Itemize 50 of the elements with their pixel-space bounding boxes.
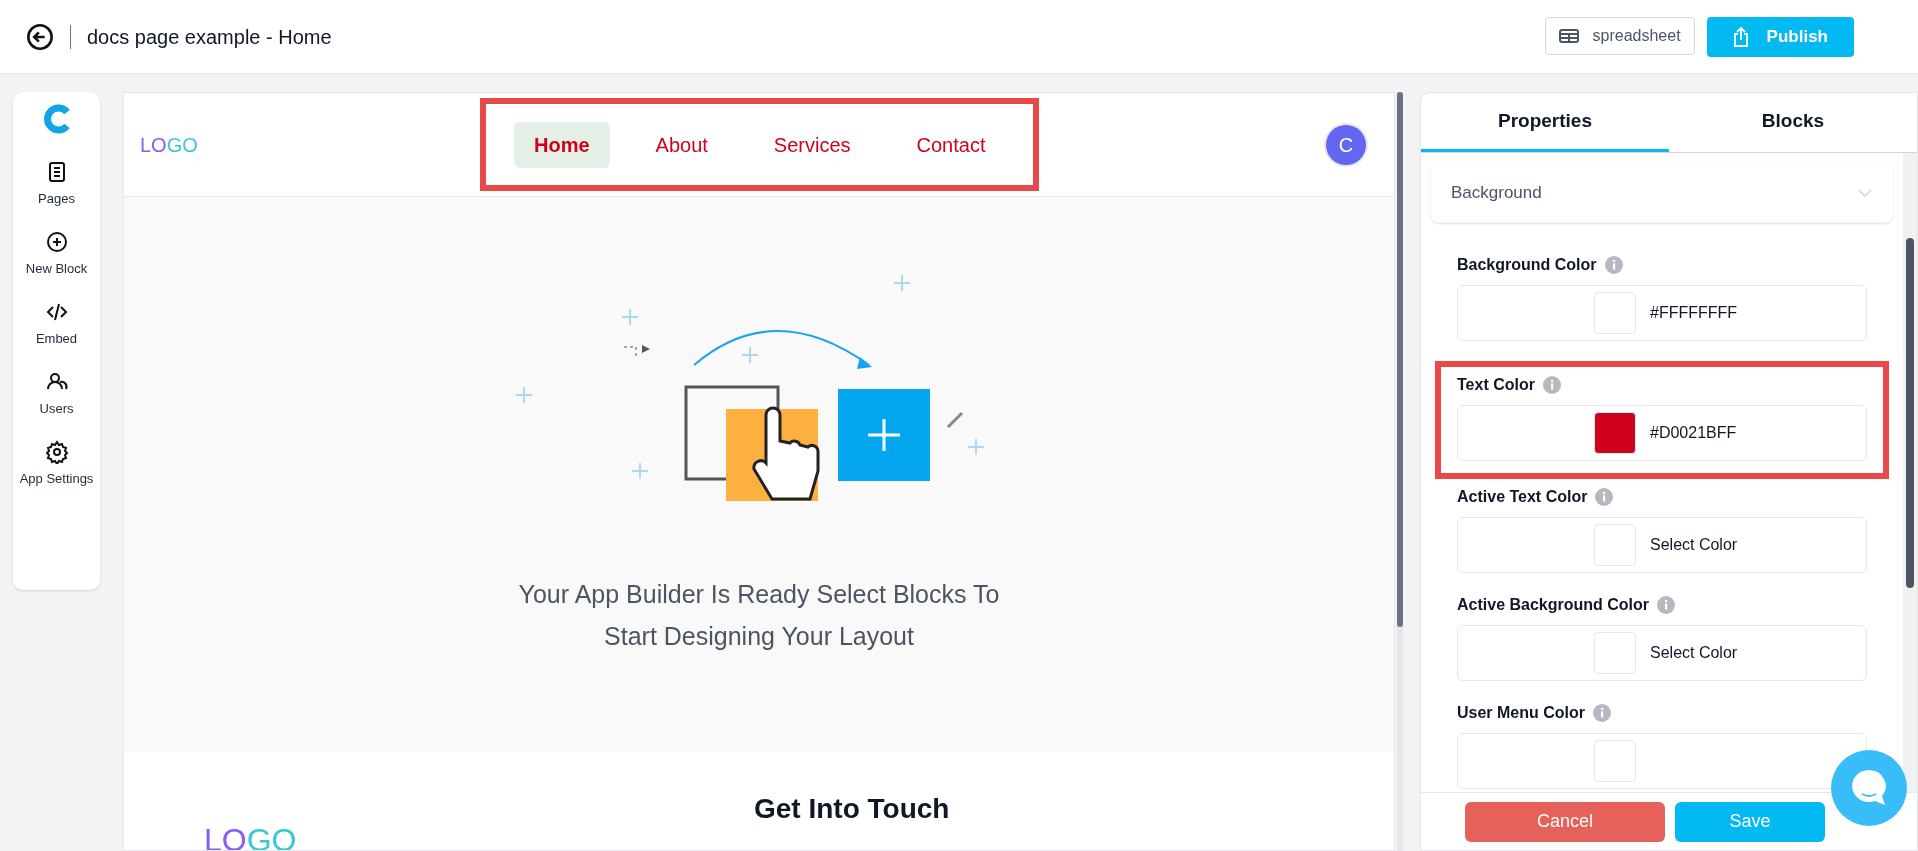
settings-icon	[44, 440, 69, 464]
field-label: Background Color	[1457, 255, 1597, 275]
logo: LOGO	[140, 132, 198, 158]
info-icon[interactable]	[1595, 488, 1614, 506]
sidebar-item[interactable]: New Block	[16, 230, 97, 278]
color-swatch[interactable]	[1594, 292, 1636, 334]
info-icon[interactable]	[1593, 704, 1611, 722]
table-icon	[1558, 28, 1579, 43]
color-swatch[interactable]	[1594, 524, 1636, 566]
field-label: Text Color	[1457, 375, 1535, 395]
back-icon[interactable]	[26, 22, 54, 51]
page-title: docs page example - Home	[87, 24, 332, 50]
info-icon[interactable]	[1542, 376, 1561, 394]
sidebar-item[interactable]: Users	[16, 370, 97, 418]
placeholder-text: Select Color	[1650, 535, 1738, 555]
color-field[interactable]: Select Color	[1457, 625, 1867, 681]
share-icon	[1732, 26, 1749, 47]
color-swatch[interactable]	[1594, 740, 1636, 782]
chevron-down-icon[interactable]	[1857, 187, 1873, 198]
color-swatch[interactable]	[1594, 632, 1636, 674]
sidebar-item[interactable]: Pages	[16, 160, 97, 208]
placeholder-text: Select Color	[1650, 643, 1738, 663]
field-label: User Menu Color	[1457, 703, 1585, 723]
color-value: #FFFFFFFF	[1650, 303, 1738, 323]
panel-tab[interactable]: Blocks	[1669, 93, 1917, 152]
color-value: #D0021BFF	[1650, 423, 1737, 443]
info-icon[interactable]	[1657, 596, 1676, 614]
user-avatar[interactable]: C	[1326, 124, 1366, 165]
section-title: Background	[1451, 181, 1542, 204]
footer-heading: Get Into Touch	[754, 792, 950, 826]
sidebar-item[interactable]: App Settings	[16, 440, 97, 488]
plus-icon	[44, 230, 69, 254]
color-field[interactable]: Select Color	[1457, 517, 1867, 573]
info-icon[interactable]	[1604, 256, 1623, 274]
section-header[interactable]: Background	[1431, 163, 1893, 223]
chat-icon[interactable]	[1831, 750, 1907, 826]
nav-link[interactable]: About	[635, 121, 728, 168]
nav-link[interactable]: Contact	[896, 121, 1006, 168]
sidebar-item[interactable]: Embed	[16, 300, 97, 348]
nav-link[interactable]: Home	[514, 121, 610, 168]
nav-link[interactable]: Services	[753, 121, 871, 168]
field-label: Active Background Color	[1457, 595, 1650, 615]
color-field[interactable]: #D0021BFF	[1457, 405, 1867, 461]
panel-tab[interactable]: Properties	[1421, 93, 1669, 152]
hero-text: Your App Builder Is Ready Select Blocks To Start Designing Your Layout	[517, 579, 1001, 652]
color-swatch[interactable]	[1594, 412, 1636, 454]
spreadsheet-button[interactable]: spreadsheet	[1544, 16, 1695, 55]
field-label: Active Text Color	[1457, 487, 1588, 507]
app-logo	[42, 104, 71, 134]
color-field[interactable]: #FFFFFFFF	[1457, 285, 1867, 341]
